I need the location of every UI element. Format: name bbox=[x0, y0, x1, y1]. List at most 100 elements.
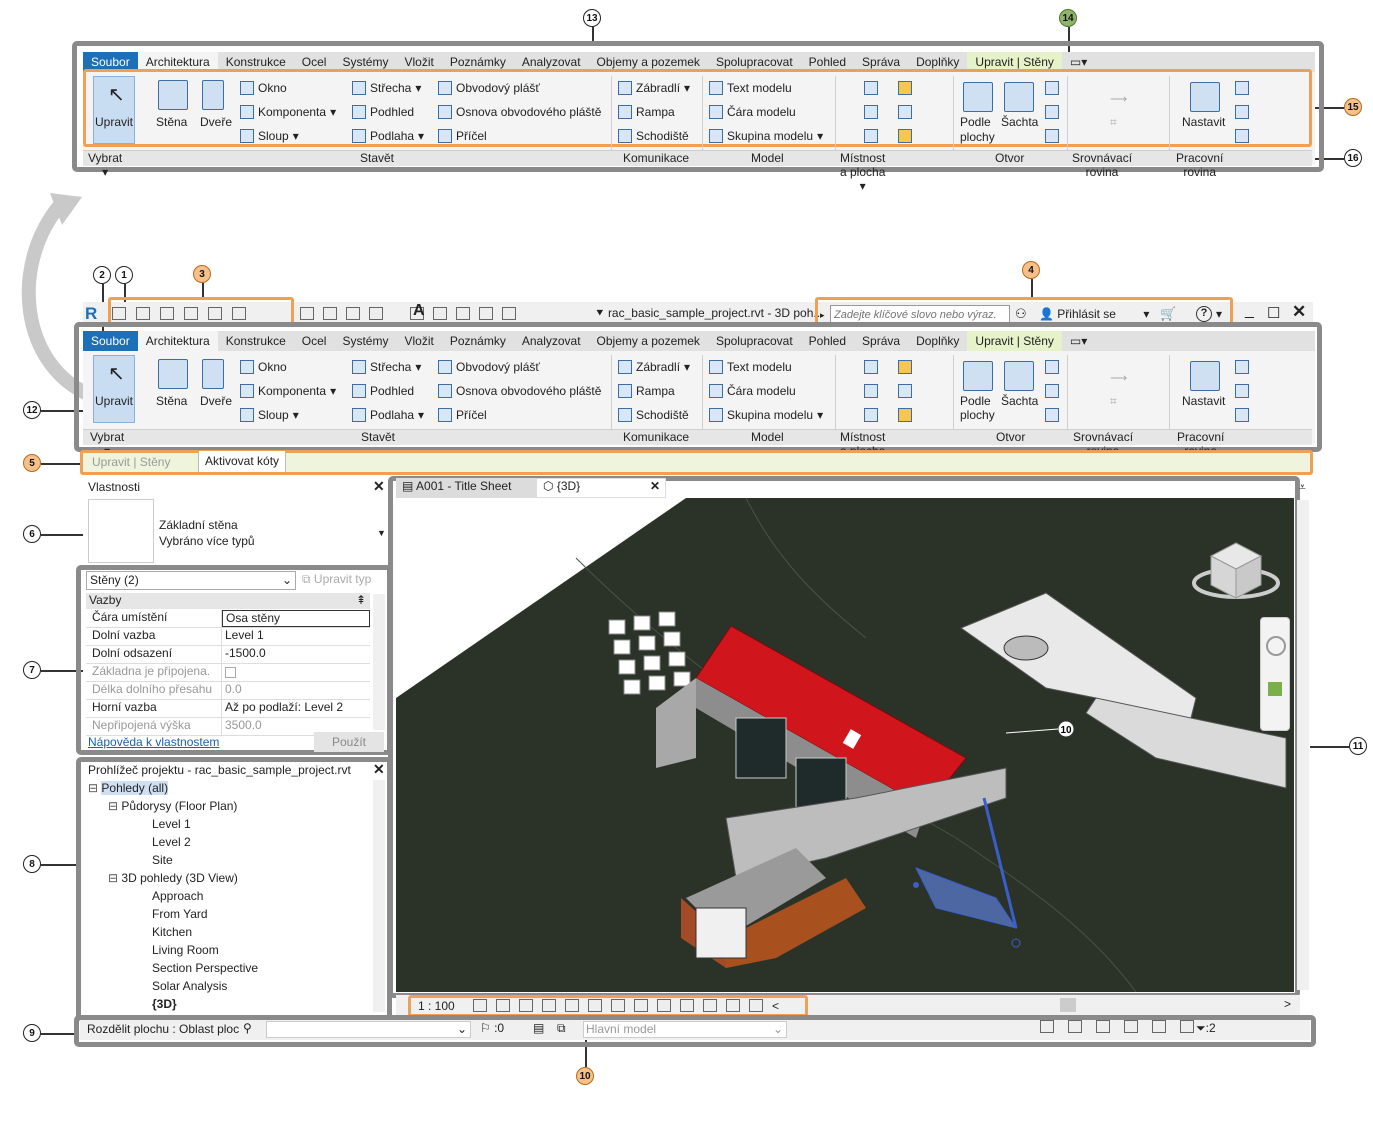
tab-collaborate[interactable]: Spolupracovat bbox=[708, 331, 801, 351]
viewer-icon[interactable] bbox=[1235, 408, 1249, 422]
type-selector-dropdown[interactable]: ▼ bbox=[377, 528, 386, 538]
render-icon[interactable] bbox=[565, 999, 579, 1012]
browser-view-item[interactable]: Level 1 bbox=[152, 817, 191, 831]
curtain-grid-button-top[interactable]: Osnova obvodového pláště bbox=[438, 105, 601, 119]
properties-close-icon[interactable]: ✕ bbox=[373, 478, 385, 495]
set-label-top[interactable]: Nastavit bbox=[1182, 115, 1225, 129]
vertical-opening-icon[interactable] bbox=[1045, 384, 1059, 398]
tab-architecture[interactable]: Architektura bbox=[137, 331, 218, 351]
tab-structure[interactable]: Konstrukce bbox=[218, 331, 294, 351]
constraints-group[interactable]: Vazby ⇞ bbox=[86, 593, 370, 609]
collapse-icon[interactable]: ⊟ bbox=[108, 799, 121, 813]
select-by-face-icon[interactable] bbox=[1124, 1020, 1138, 1033]
tab-manage[interactable]: Správa bbox=[854, 331, 908, 351]
door-label-top[interactable]: Dveře bbox=[200, 115, 232, 129]
railing-button-top[interactable]: Zábradlí ▾ bbox=[618, 81, 690, 95]
browser-group-item[interactable]: ⊟ Pohledy (all) bbox=[88, 781, 169, 795]
floor-button[interactable]: Podlaha ▾ bbox=[352, 408, 424, 422]
type-name[interactable]: Základní stěna bbox=[159, 518, 238, 532]
save-icon[interactable] bbox=[160, 307, 174, 320]
base-attached-checkbox[interactable] bbox=[225, 667, 236, 678]
tab-systems[interactable]: Systémy bbox=[334, 331, 396, 351]
property-row[interactable]: Horní vazba Až po podlaží: Level 2 bbox=[86, 700, 370, 718]
filter-icon[interactable]: ⏷:2 bbox=[1196, 1021, 1216, 1036]
aligned-dimension-icon[interactable] bbox=[346, 307, 360, 320]
property-value[interactable]: Osa stěny bbox=[222, 610, 370, 627]
window-button[interactable]: Okno bbox=[240, 360, 287, 374]
tab-steel[interactable]: Ocel bbox=[294, 331, 335, 351]
grid-icon[interactable]: ⌗ bbox=[1110, 115, 1117, 130]
area-icon[interactable] bbox=[898, 360, 912, 374]
switch-windows-icon[interactable] bbox=[502, 307, 516, 320]
type-subtitle[interactable]: Vybráno více typů bbox=[159, 534, 255, 548]
select-links-icon[interactable] bbox=[1040, 1020, 1054, 1033]
maximize-icon[interactable]: ☐ bbox=[1267, 304, 1280, 322]
by-face-label-top[interactable]: Podle plochy bbox=[960, 115, 995, 145]
expand-icon[interactable]: ▸ bbox=[820, 310, 825, 321]
tag-area-icon[interactable] bbox=[898, 408, 912, 422]
filter-select[interactable]: Stěny (2) ⌄ bbox=[86, 571, 296, 590]
revit-logo[interactable]: R bbox=[85, 304, 97, 324]
browser-view-item[interactable]: From Yard bbox=[152, 907, 208, 921]
help-icon[interactable]: ? bbox=[1196, 306, 1212, 322]
redo-icon[interactable] bbox=[232, 307, 246, 320]
select-pinned-icon[interactable] bbox=[1096, 1020, 1110, 1033]
print-icon[interactable] bbox=[300, 307, 314, 320]
drag-elements-icon[interactable] bbox=[1152, 1020, 1166, 1033]
cart-icon[interactable]: 🛒 bbox=[1160, 306, 1176, 322]
view-tab-title-sheet[interactable]: ▤ A001 - Title Sheet bbox=[398, 479, 536, 497]
ref-plane-icon[interactable] bbox=[1235, 105, 1249, 119]
room-icon[interactable] bbox=[864, 81, 878, 95]
column-button-top[interactable]: Sloup ▾ bbox=[240, 129, 299, 143]
background-process-icon[interactable] bbox=[1180, 1020, 1194, 1033]
design-option-select[interactable]: Hlavní model ⌄ bbox=[583, 1021, 787, 1038]
browser-scrollbar[interactable] bbox=[373, 780, 385, 1012]
property-value[interactable]: 0.0 bbox=[222, 682, 370, 699]
property-value[interactable] bbox=[222, 664, 370, 681]
mullion-button-top[interactable]: Příčel bbox=[438, 129, 487, 143]
area-icon[interactable] bbox=[898, 81, 912, 95]
collapse-icon[interactable]: ⊟ bbox=[108, 871, 121, 885]
curtain-grid-button[interactable]: Osnova obvodového pláště bbox=[438, 384, 601, 398]
steering-wheel-icon[interactable] bbox=[1266, 636, 1286, 656]
room-area-panel-label-top[interactable]: Místnost a plocha ▾ bbox=[840, 151, 885, 193]
properties-scrollbar[interactable] bbox=[373, 594, 385, 730]
property-row[interactable]: Délka dolního přesahu 0.0 bbox=[86, 682, 370, 700]
grid-icon[interactable]: ⌗ bbox=[1110, 394, 1117, 409]
analysis-icon[interactable] bbox=[680, 999, 694, 1012]
text-icon[interactable]: A bbox=[413, 302, 425, 320]
sync-icon[interactable] bbox=[184, 307, 198, 320]
minimize-icon[interactable]: _ bbox=[1245, 302, 1254, 320]
roof-button[interactable]: Střecha ▾ bbox=[352, 360, 421, 374]
browser-view-item[interactable]: {3D} bbox=[152, 997, 177, 1011]
browser-close-icon[interactable]: ✕ bbox=[373, 761, 385, 778]
by-face-label[interactable]: Podle plochy bbox=[960, 394, 995, 422]
room-separator-icon[interactable] bbox=[864, 384, 878, 398]
activate-dimensions-button[interactable]: Aktivovat kóty bbox=[198, 451, 287, 472]
close-hidden-icon[interactable] bbox=[479, 307, 493, 320]
worksharing-icon[interactable] bbox=[703, 999, 717, 1012]
level-icon[interactable]: ⟶ bbox=[1110, 371, 1127, 385]
reveal-hidden-icon[interactable] bbox=[657, 999, 671, 1012]
sun-path-icon[interactable] bbox=[519, 999, 533, 1012]
sign-in-button[interactable]: 👤 Přihlásit se ▾ bbox=[1039, 307, 1149, 321]
horizontal-scroll-thumb[interactable] bbox=[1060, 998, 1076, 1012]
door-label[interactable]: Dveře bbox=[200, 394, 232, 408]
tab-annotate[interactable]: Poznámky bbox=[442, 331, 514, 351]
property-value[interactable]: -1500.0 bbox=[222, 646, 370, 663]
ramp-button[interactable]: Rampa bbox=[618, 384, 675, 398]
browser-group-item[interactable]: ⊟ Půdorysy (Floor Plan) bbox=[108, 799, 237, 813]
tab-insert[interactable]: Vložit bbox=[396, 331, 441, 351]
close-tab-icon[interactable]: ✕ bbox=[650, 479, 660, 493]
tag-icon[interactable] bbox=[369, 307, 383, 320]
tab-massing[interactable]: Objemy a pozemek bbox=[589, 331, 708, 351]
3d-model-view[interactable]: 10 bbox=[396, 498, 1294, 992]
stair-button[interactable]: Schodiště bbox=[618, 408, 689, 422]
shaft-label-top[interactable]: Šachta bbox=[1001, 115, 1038, 129]
tag-area-icon[interactable] bbox=[898, 129, 912, 143]
thin-lines-icon[interactable] bbox=[456, 307, 470, 320]
area-boundary-icon[interactable] bbox=[898, 384, 912, 398]
ref-plane-icon[interactable] bbox=[1235, 384, 1249, 398]
visual-style-icon[interactable] bbox=[496, 999, 510, 1012]
dormer-opening-icon[interactable] bbox=[1045, 408, 1059, 422]
